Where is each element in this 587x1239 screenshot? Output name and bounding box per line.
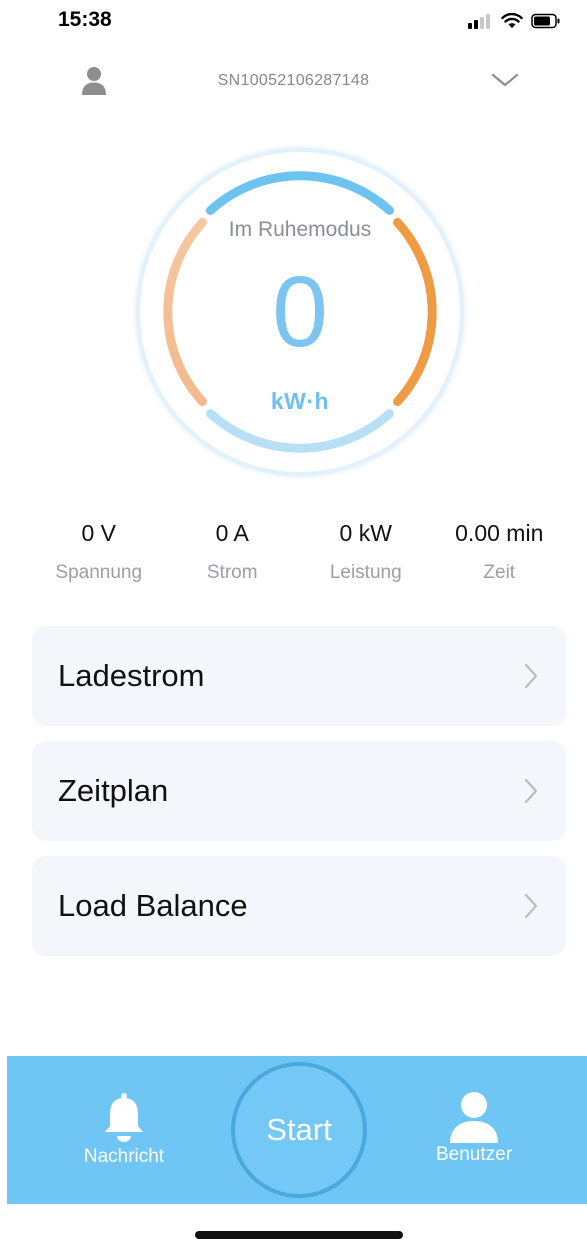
signal-icon bbox=[468, 14, 490, 29]
menu-item-label: Load Balance bbox=[58, 888, 248, 923]
energy-unit: kW·h bbox=[270, 388, 330, 414]
stat-label: Leistung bbox=[329, 562, 402, 583]
stat-time: 0.00 min Zeit bbox=[433, 518, 567, 584]
menu-item-zeitplan[interactable]: Zeitplan bbox=[32, 741, 566, 841]
tab-user[interactable]: Benutzer bbox=[414, 1090, 534, 1166]
chevron-right-icon bbox=[524, 663, 538, 689]
stat-label: Zeit bbox=[483, 562, 516, 583]
tab-notifications[interactable]: Nachricht bbox=[64, 1092, 184, 1168]
status-icons bbox=[467, 10, 561, 32]
menu-item-label: Zeitplan bbox=[58, 773, 169, 808]
stat-value: 0.00 min bbox=[455, 520, 544, 546]
tab-label: Benutzer bbox=[435, 1144, 513, 1165]
status-time: 15:38 bbox=[58, 8, 112, 31]
bell-icon bbox=[105, 1093, 143, 1142]
chevron-right-icon bbox=[524, 778, 538, 804]
stat-value: 0 V bbox=[81, 520, 117, 546]
charging-stats: 0 V Spannung 0 A Strom 0 kW Leistung 0.0… bbox=[32, 518, 566, 584]
stat-voltage: 0 V Spannung bbox=[32, 518, 166, 584]
chevron-down-icon bbox=[491, 73, 519, 87]
stat-label: Strom bbox=[206, 562, 258, 583]
menu-item-load-balance[interactable]: Load Balance bbox=[32, 856, 566, 956]
home-indicator bbox=[195, 1231, 403, 1239]
stat-value: 0 kW bbox=[339, 520, 392, 546]
start-charging-button[interactable]: Start bbox=[231, 1062, 367, 1198]
menu-item-ladestrom[interactable]: Ladestrom bbox=[32, 626, 566, 726]
device-dropdown-button[interactable] bbox=[490, 70, 520, 90]
stat-current: 0 A Strom bbox=[166, 518, 300, 584]
battery-icon bbox=[531, 13, 560, 29]
user-icon bbox=[450, 1092, 498, 1143]
stat-label: Spannung bbox=[55, 562, 143, 583]
start-label: Start bbox=[266, 1112, 332, 1147]
charger-status: Im Ruhemodus bbox=[228, 218, 372, 241]
energy-value: 0 bbox=[272, 256, 328, 368]
chevron-right-icon bbox=[524, 893, 538, 919]
tab-label: Nachricht bbox=[83, 1146, 165, 1167]
menu-item-label: Ladestrom bbox=[58, 658, 205, 693]
stat-power: 0 kW Leistung bbox=[299, 518, 433, 584]
stat-value: 0 A bbox=[215, 520, 249, 546]
wifi-icon bbox=[501, 13, 523, 28]
